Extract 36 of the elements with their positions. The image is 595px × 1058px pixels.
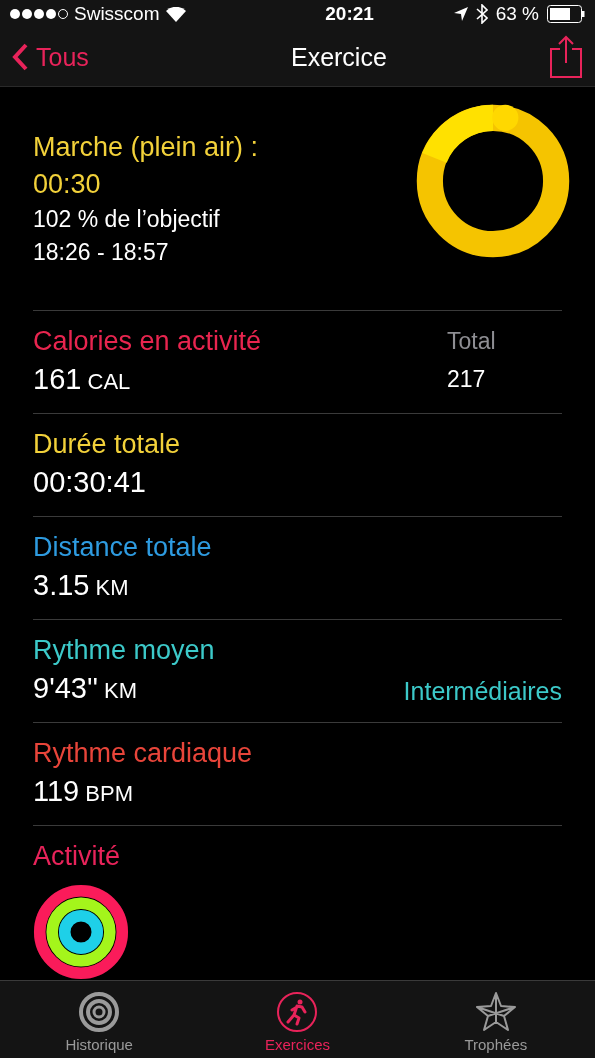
star-icon <box>473 989 518 1034</box>
metric-label: Rythme moyen <box>33 634 215 667</box>
metric-value: 119 BPM <box>33 774 135 809</box>
metric-value: 161 CAL <box>33 362 132 397</box>
back-button[interactable]: Tous <box>12 38 89 77</box>
location-icon <box>453 7 468 22</box>
total-value: 217 <box>447 365 487 394</box>
nav-title: Exercice <box>290 41 387 73</box>
battery-percent: 63 % <box>495 2 539 27</box>
metric-label: Distance totale <box>33 531 212 564</box>
carrier-name: Swisscom <box>74 2 160 27</box>
splits-link[interactable]: Intermédiaires <box>403 672 562 710</box>
metric-label: Durée totale <box>33 428 181 461</box>
tab-bar-item[interactable]: Historique <box>0 981 199 1058</box>
wifi-icon <box>165 6 186 22</box>
metric-value: 3.15 KM <box>33 568 130 603</box>
workout-duration: 00:30 <box>33 167 102 201</box>
bluetooth-icon <box>475 4 488 25</box>
workout-name: Marche (plein air) : <box>33 130 259 164</box>
tab-bar-item[interactable]: Exercices <box>198 981 397 1058</box>
metric-value: 9'43'' KM <box>33 671 139 706</box>
chevron-left-icon <box>12 43 28 72</box>
activity-label: Activité <box>33 840 122 873</box>
rings-icon <box>77 989 122 1034</box>
activity-rings-icon <box>33 884 129 980</box>
battery-icon <box>547 5 585 24</box>
metric-label: Rythme cardiaque <box>33 737 253 770</box>
metric-value: 00:30:41 <box>33 465 147 500</box>
status-time: 20:21 <box>325 2 374 27</box>
total-label: Total <box>447 327 497 356</box>
time-range: 18:26 - 18:57 <box>33 237 170 267</box>
share-icon[interactable] <box>549 35 583 80</box>
metric-label: Calories en activité <box>33 325 262 358</box>
runner-icon <box>275 989 320 1034</box>
goal-percent: 102 % de l’objectif <box>33 204 221 234</box>
tab-bar-item[interactable]: Trophées <box>396 981 595 1058</box>
